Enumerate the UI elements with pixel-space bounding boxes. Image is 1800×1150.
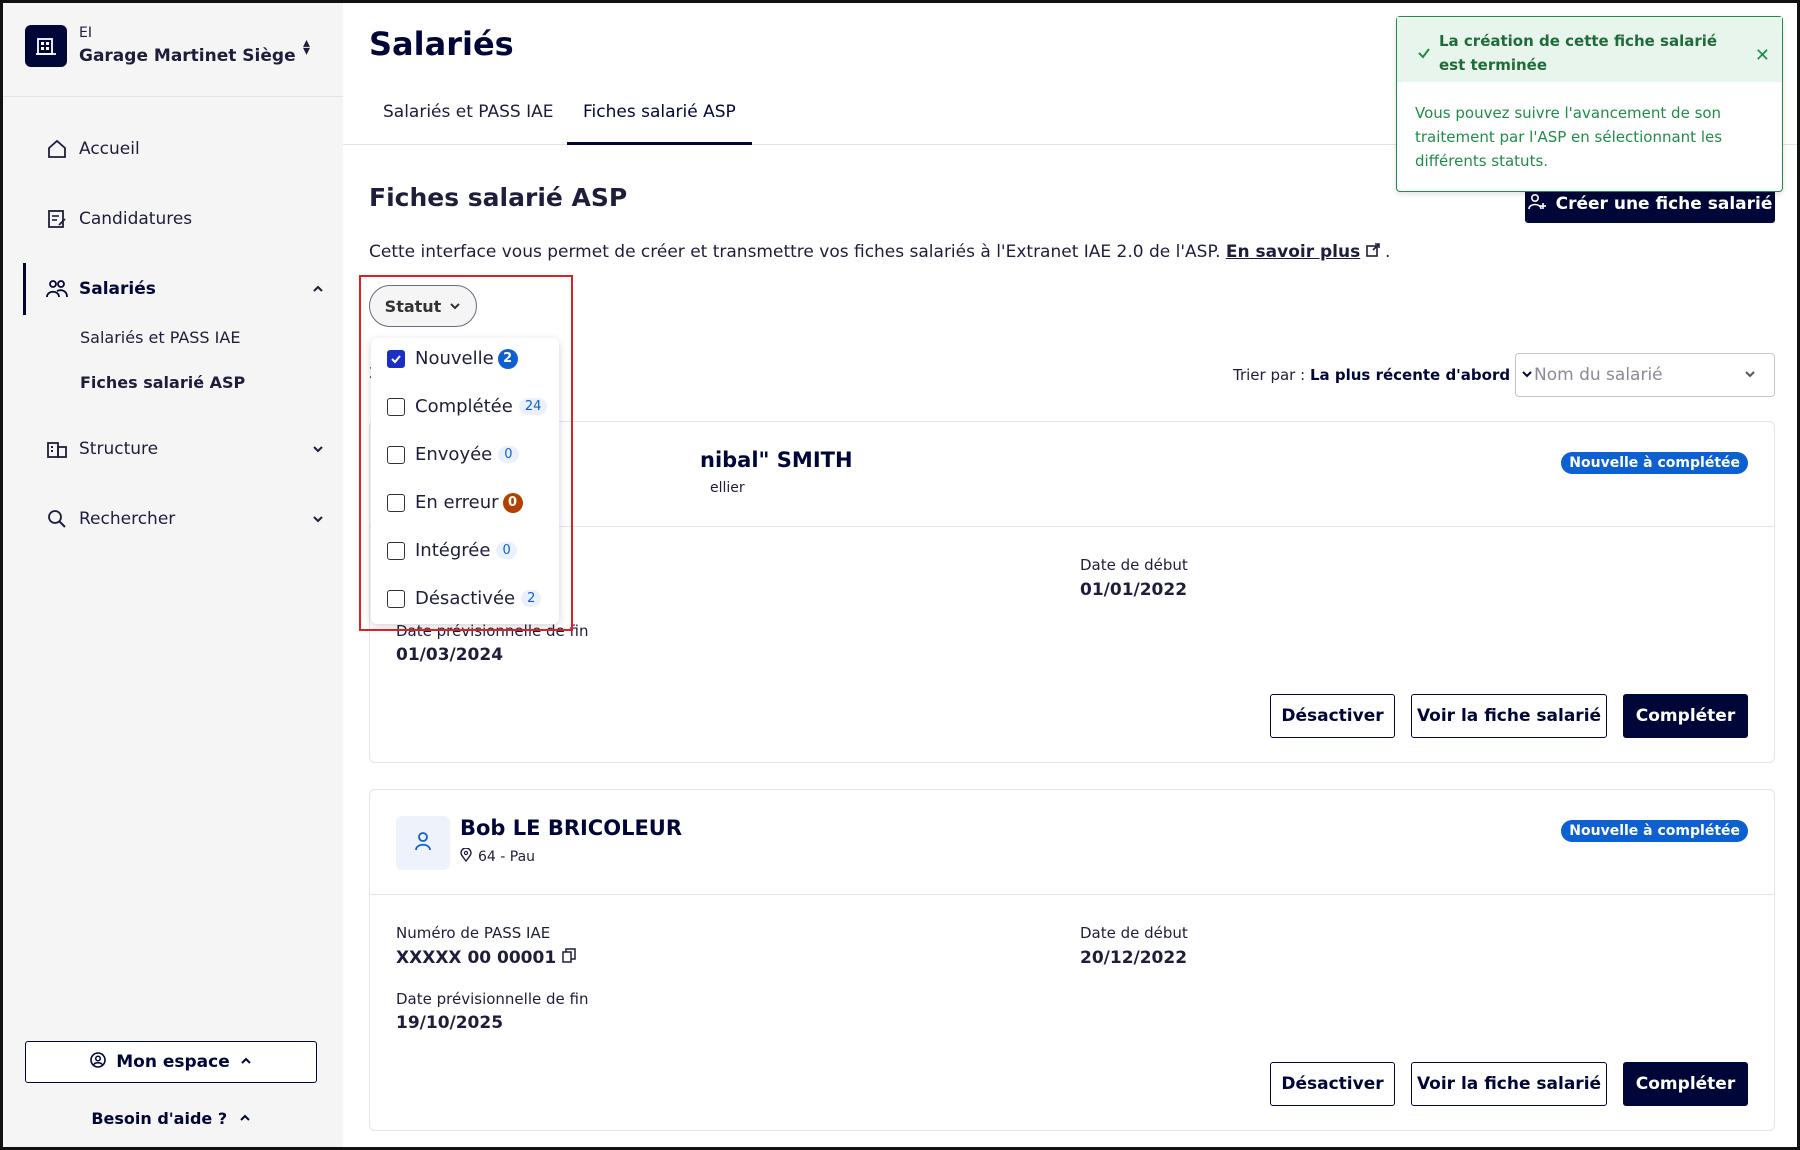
nav-sub-salaries-pass[interactable]: Salariés et PASS IAE xyxy=(80,328,240,347)
start-date: 20/12/2022 xyxy=(1080,948,1188,968)
nav-accueil[interactable]: Accueil xyxy=(25,129,325,169)
status-badge: Nouvelle à complétée xyxy=(1561,452,1748,474)
tab-salaries-pass[interactable]: Salariés et PASS IAE xyxy=(367,101,569,145)
end-date-label: Date prévisionnelle de fin xyxy=(396,990,589,1008)
pass-number: XXXXX 00 00001 xyxy=(396,948,557,968)
chevron-down-icon xyxy=(311,511,325,531)
help-label: Besoin d'aide ? xyxy=(91,1109,228,1128)
toast-body: Vous pouvez suivre l'avancement de son t… xyxy=(1415,104,1723,170)
pass-number-row: XXXXX 00 00001 xyxy=(396,948,576,968)
intro-body: Cette interface vous permet de créer et … xyxy=(369,242,1226,262)
success-toast: La création de cette fiche salarié est t… xyxy=(1396,16,1783,192)
card-header: nibal" SMITH ellier Nouvelle à complétée xyxy=(370,422,1774,527)
section-title: Fiches salarié ASP xyxy=(369,183,628,212)
view-fiche-button[interactable]: Voir la fiche salarié xyxy=(1411,694,1607,738)
document-edit-icon xyxy=(43,209,71,229)
start-date-label: Date de début xyxy=(1080,924,1188,942)
view-fiche-button[interactable]: Voir la fiche salarié xyxy=(1411,1062,1607,1106)
switch-arrows-icon[interactable]: ▴ ▾ xyxy=(303,36,310,58)
chevron-up-icon xyxy=(311,281,325,301)
external-link-icon xyxy=(1365,242,1385,262)
complete-button[interactable]: Compléter xyxy=(1623,694,1748,738)
toast-header: La création de cette fiche salarié est t… xyxy=(1397,17,1782,82)
chevron-down-icon xyxy=(311,441,325,461)
complete-button[interactable]: Compléter xyxy=(1623,1062,1748,1106)
chevron-down-icon xyxy=(1744,365,1756,385)
org-switcher[interactable]: EI Garage Martinet Siège ▴ ▾ xyxy=(25,21,325,91)
employee-location: 64 - Pau xyxy=(460,847,536,866)
nav-rechercher[interactable]: Rechercher xyxy=(25,499,325,539)
check-icon xyxy=(1417,45,1431,64)
avatar xyxy=(396,816,450,870)
employee-card: nibal" SMITH ellier Nouvelle à complétée… xyxy=(369,421,1775,763)
building-icon xyxy=(25,25,67,67)
search-icon xyxy=(43,509,71,529)
nav-accueil-label: Accueil xyxy=(79,139,140,159)
learn-more-link[interactable]: En savoir plus xyxy=(1226,242,1360,262)
mon-espace-button[interactable]: Mon espace xyxy=(25,1041,317,1083)
nav-candidatures-label: Candidatures xyxy=(79,209,193,229)
nav-sub-fiches[interactable]: Fiches salarié ASP xyxy=(80,373,245,392)
org-type: EI xyxy=(79,25,92,41)
building-icon xyxy=(43,439,71,459)
annotation-highlight-box xyxy=(359,275,573,631)
tab-fiches-asp[interactable]: Fiches salarié ASP xyxy=(567,101,752,145)
map-pin-icon xyxy=(460,847,472,866)
org-name: Garage Martinet Siège xyxy=(79,46,296,66)
start-date-label: Date de début xyxy=(1080,556,1188,574)
toast-title: La création de cette fiche salarié est t… xyxy=(1439,32,1718,74)
nav-structure[interactable]: Structure xyxy=(25,429,325,469)
end-date: 19/10/2025 xyxy=(396,1013,504,1033)
nav-rechercher-label: Rechercher xyxy=(79,509,176,529)
add-user-icon xyxy=(1527,193,1546,216)
intro-text: Cette interface vous permet de créer et … xyxy=(369,242,1390,262)
user-circle-icon xyxy=(90,1051,107,1073)
employee-location: ellier xyxy=(710,480,745,496)
nav-salaries-label: Salariés xyxy=(79,279,156,299)
card-header: Bob LE BRICOLEUR 64 - Pau Nouvelle à com… xyxy=(370,790,1774,895)
sort-control[interactable]: Trier par : La plus récente d'abord xyxy=(1233,366,1533,384)
mon-espace-label: Mon espace xyxy=(116,1052,230,1072)
intro-end: . xyxy=(1385,242,1391,262)
sidebar: EI Garage Martinet Siège ▴ ▾ Accueil Cand… xyxy=(3,3,343,1147)
pass-label: Numéro de PASS IAE xyxy=(396,924,551,942)
close-icon[interactable]: ✕ xyxy=(1755,45,1770,66)
employee-name: nibal" SMITH xyxy=(700,448,853,472)
user-icon xyxy=(413,830,433,856)
start-date: 01/01/2022 xyxy=(1080,580,1188,600)
employee-location-text: 64 - Pau xyxy=(478,849,536,865)
nav-salaries[interactable]: Salariés xyxy=(25,269,325,309)
employee-name: Bob LE BRICOLEUR xyxy=(460,816,683,840)
sort-label: Trier par : xyxy=(1233,366,1306,384)
people-icon xyxy=(43,279,71,299)
deactivate-button[interactable]: Désactiver xyxy=(1270,694,1395,738)
nav-candidatures[interactable]: Candidatures xyxy=(25,199,325,239)
chevron-up-icon xyxy=(239,1109,251,1128)
employee-name-placeholder: Nom du salarié xyxy=(1534,365,1663,385)
create-fiche-label: Créer une fiche salarié xyxy=(1555,194,1773,214)
divider xyxy=(3,96,343,97)
sort-value: La plus récente d'abord xyxy=(1309,366,1511,384)
chevron-up-icon xyxy=(240,1052,252,1072)
end-date: 01/03/2024 xyxy=(396,645,504,665)
nav-structure-label: Structure xyxy=(79,439,159,459)
employee-name-select[interactable]: Nom du salarié xyxy=(1515,353,1775,397)
app-window: EI Garage Martinet Siège ▴ ▾ Accueil Cand… xyxy=(0,0,1800,1150)
employee-card: Bob LE BRICOLEUR 64 - Pau Nouvelle à com… xyxy=(369,789,1775,1131)
status-badge: Nouvelle à complétée xyxy=(1561,820,1748,842)
copy-icon[interactable] xyxy=(562,948,576,968)
home-icon xyxy=(43,139,71,159)
deactivate-button[interactable]: Désactiver xyxy=(1270,1062,1395,1106)
page-title: Salariés xyxy=(369,25,514,63)
help-link[interactable]: Besoin d'aide ? xyxy=(25,1109,317,1128)
